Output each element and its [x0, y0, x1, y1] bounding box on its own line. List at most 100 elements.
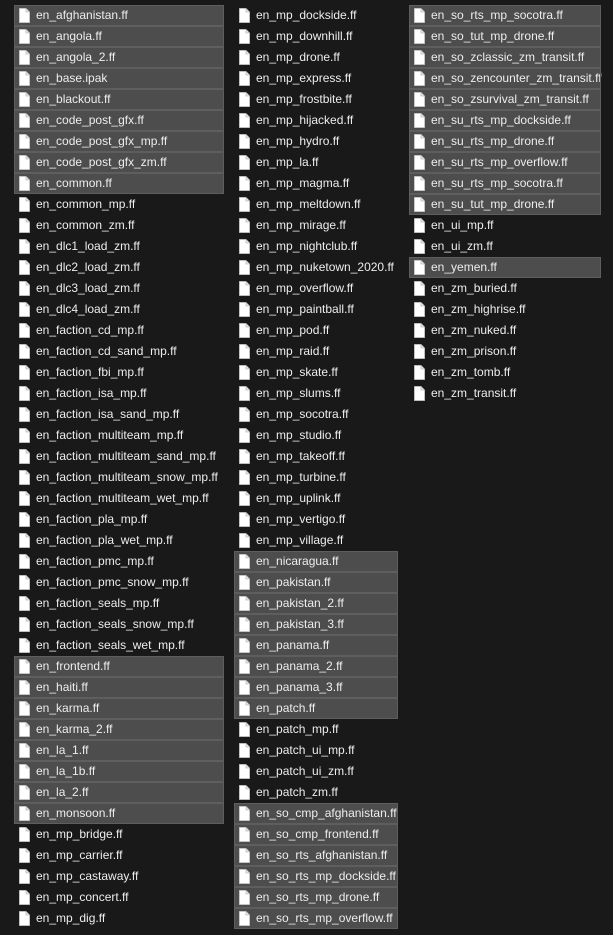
file-item[interactable]: en_so_rts_mp_overflow.ff: [234, 908, 398, 929]
file-item[interactable]: en_mp_castaway.ff: [14, 866, 224, 887]
file-item[interactable]: en_pakistan_2.ff: [234, 593, 398, 614]
file-item[interactable]: en_faction_multiteam_snow_mp.ff: [14, 467, 224, 488]
file-item[interactable]: en_mp_nightclub.ff: [234, 236, 398, 257]
file-item[interactable]: en_faction_cd_sand_mp.ff: [14, 341, 224, 362]
file-item[interactable]: en_so_zencounter_zm_transit.ff: [409, 68, 602, 89]
file-item[interactable]: en_mp_mirage.ff: [234, 215, 398, 236]
file-item[interactable]: en_blackout.ff: [14, 89, 224, 110]
file-item[interactable]: en_su_rts_mp_overflow.ff: [409, 152, 601, 173]
file-item[interactable]: en_su_rts_mp_dockside.ff: [409, 110, 601, 131]
file-item[interactable]: en_faction_pla_wet_mp.ff: [14, 530, 224, 551]
file-item[interactable]: en_karma.ff: [14, 698, 224, 719]
file-item[interactable]: en_patch_zm.ff: [234, 782, 398, 803]
file-item[interactable]: en_faction_seals_mp.ff: [14, 593, 224, 614]
file-item[interactable]: en_monsoon.ff: [14, 803, 224, 824]
file-item[interactable]: en_faction_isa_mp.ff: [14, 383, 224, 404]
file-item[interactable]: en_so_rts_mp_dockside.ff: [234, 866, 398, 887]
file-item[interactable]: en_faction_pmc_snow_mp.ff: [14, 572, 224, 593]
file-item[interactable]: en_haiti.ff: [14, 677, 224, 698]
file-item[interactable]: en_mp_concert.ff: [14, 887, 224, 908]
file-item[interactable]: en_panama_3.ff: [234, 677, 398, 698]
file-item[interactable]: en_faction_multiteam_mp.ff: [14, 425, 224, 446]
file-item[interactable]: en_mp_drone.ff: [234, 47, 398, 68]
file-item[interactable]: en_dlc3_load_zm.ff: [14, 278, 224, 299]
file-item[interactable]: en_so_cmp_afghanistan.ff: [234, 803, 398, 824]
file-item[interactable]: en_so_zclassic_zm_transit.ff: [409, 47, 601, 68]
file-item[interactable]: en_mp_skate.ff: [234, 362, 398, 383]
file-item[interactable]: en_la_1.ff: [14, 740, 224, 761]
file-item[interactable]: en_mp_meltdown.ff: [234, 194, 398, 215]
file-item[interactable]: en_patch_mp.ff: [234, 719, 398, 740]
file-item[interactable]: en_faction_seals_snow_mp.ff: [14, 614, 224, 635]
file-item[interactable]: en_mp_uplink.ff: [234, 488, 398, 509]
file-item[interactable]: en_mp_bridge.ff: [14, 824, 224, 845]
file-item[interactable]: en_mp_nuketown_2020.ff: [234, 257, 398, 278]
file-item[interactable]: en_zm_tomb.ff: [409, 362, 601, 383]
file-item[interactable]: en_code_post_gfx.ff: [14, 110, 224, 131]
file-item[interactable]: en_mp_paintball.ff: [234, 299, 398, 320]
file-item[interactable]: en_so_tut_mp_drone.ff: [409, 26, 601, 47]
file-item[interactable]: en_mp_pod.ff: [234, 320, 398, 341]
file-item[interactable]: en_faction_multiteam_sand_mp.ff: [14, 446, 224, 467]
file-item[interactable]: en_mp_studio.ff: [234, 425, 398, 446]
file-item[interactable]: en_mp_express.ff: [234, 68, 398, 89]
file-item[interactable]: en_zm_buried.ff: [409, 278, 601, 299]
file-item[interactable]: en_mp_vertigo.ff: [234, 509, 398, 530]
file-item[interactable]: en_so_cmp_frontend.ff: [234, 824, 398, 845]
file-item[interactable]: en_faction_cd_mp.ff: [14, 320, 224, 341]
file-item[interactable]: en_yemen.ff: [409, 257, 601, 278]
file-item[interactable]: en_su_rts_mp_drone.ff: [409, 131, 601, 152]
file-item[interactable]: en_so_zsurvival_zm_transit.ff: [409, 89, 601, 110]
file-item[interactable]: en_mp_overflow.ff: [234, 278, 398, 299]
file-item[interactable]: en_mp_hijacked.ff: [234, 110, 398, 131]
file-item[interactable]: en_patch_ui_mp.ff: [234, 740, 398, 761]
file-item[interactable]: en_frontend.ff: [14, 656, 224, 677]
file-item[interactable]: en_faction_isa_sand_mp.ff: [14, 404, 224, 425]
file-item[interactable]: en_common_zm.ff: [14, 215, 224, 236]
file-item[interactable]: en_code_post_gfx_zm.ff: [14, 152, 224, 173]
file-item[interactable]: en_pakistan_3.ff: [234, 614, 398, 635]
file-item[interactable]: en_mp_la.ff: [234, 152, 398, 173]
file-item[interactable]: en_faction_pmc_mp.ff: [14, 551, 224, 572]
file-item[interactable]: en_dlc2_load_zm.ff: [14, 257, 224, 278]
file-item[interactable]: en_zm_transit.ff: [409, 383, 601, 404]
file-item[interactable]: en_mp_village.ff: [234, 530, 398, 551]
file-item[interactable]: en_code_post_gfx_mp.ff: [14, 131, 224, 152]
file-item[interactable]: en_zm_nuked.ff: [409, 320, 601, 341]
file-item[interactable]: en_faction_pla_mp.ff: [14, 509, 224, 530]
file-item[interactable]: en_su_rts_mp_socotra.ff: [409, 173, 601, 194]
file-item[interactable]: en_panama.ff: [234, 635, 398, 656]
file-item[interactable]: en_mp_slums.ff: [234, 383, 398, 404]
file-item[interactable]: en_mp_dockside.ff: [234, 5, 398, 26]
file-item[interactable]: en_mp_downhill.ff: [234, 26, 398, 47]
file-item[interactable]: en_ui_mp.ff: [409, 215, 601, 236]
file-item[interactable]: en_common.ff: [14, 173, 224, 194]
file-item[interactable]: en_mp_raid.ff: [234, 341, 398, 362]
file-item[interactable]: en_so_rts_mp_socotra.ff: [409, 5, 601, 26]
file-item[interactable]: en_faction_multiteam_wet_mp.ff: [14, 488, 224, 509]
file-item[interactable]: en_ui_zm.ff: [409, 236, 601, 257]
file-item[interactable]: en_mp_turbine.ff: [234, 467, 398, 488]
file-item[interactable]: en_base.ipak: [14, 68, 224, 89]
file-item[interactable]: en_dlc1_load_zm.ff: [14, 236, 224, 257]
file-item[interactable]: en_mp_frostbite.ff: [234, 89, 398, 110]
file-item[interactable]: en_common_mp.ff: [14, 194, 224, 215]
file-item[interactable]: en_faction_fbi_mp.ff: [14, 362, 224, 383]
file-item[interactable]: en_pakistan.ff: [234, 572, 398, 593]
file-item[interactable]: en_patch.ff: [234, 698, 398, 719]
file-item[interactable]: en_mp_hydro.ff: [234, 131, 398, 152]
file-item[interactable]: en_karma_2.ff: [14, 719, 224, 740]
file-item[interactable]: en_la_1b.ff: [14, 761, 224, 782]
file-item[interactable]: en_panama_2.ff: [234, 656, 398, 677]
file-item[interactable]: en_mp_socotra.ff: [234, 404, 398, 425]
file-item[interactable]: en_angola_2.ff: [14, 47, 224, 68]
file-item[interactable]: en_afghanistan.ff: [14, 5, 224, 26]
file-item[interactable]: en_faction_seals_wet_mp.ff: [14, 635, 224, 656]
file-item[interactable]: en_su_tut_mp_drone.ff: [409, 194, 601, 215]
file-item[interactable]: en_mp_magma.ff: [234, 173, 398, 194]
file-item[interactable]: en_zm_prison.ff: [409, 341, 601, 362]
file-item[interactable]: en_mp_carrier.ff: [14, 845, 224, 866]
file-item[interactable]: en_so_rts_afghanistan.ff: [234, 845, 398, 866]
file-item[interactable]: en_mp_dig.ff: [14, 908, 224, 929]
file-item[interactable]: en_nicaragua.ff: [234, 551, 398, 572]
